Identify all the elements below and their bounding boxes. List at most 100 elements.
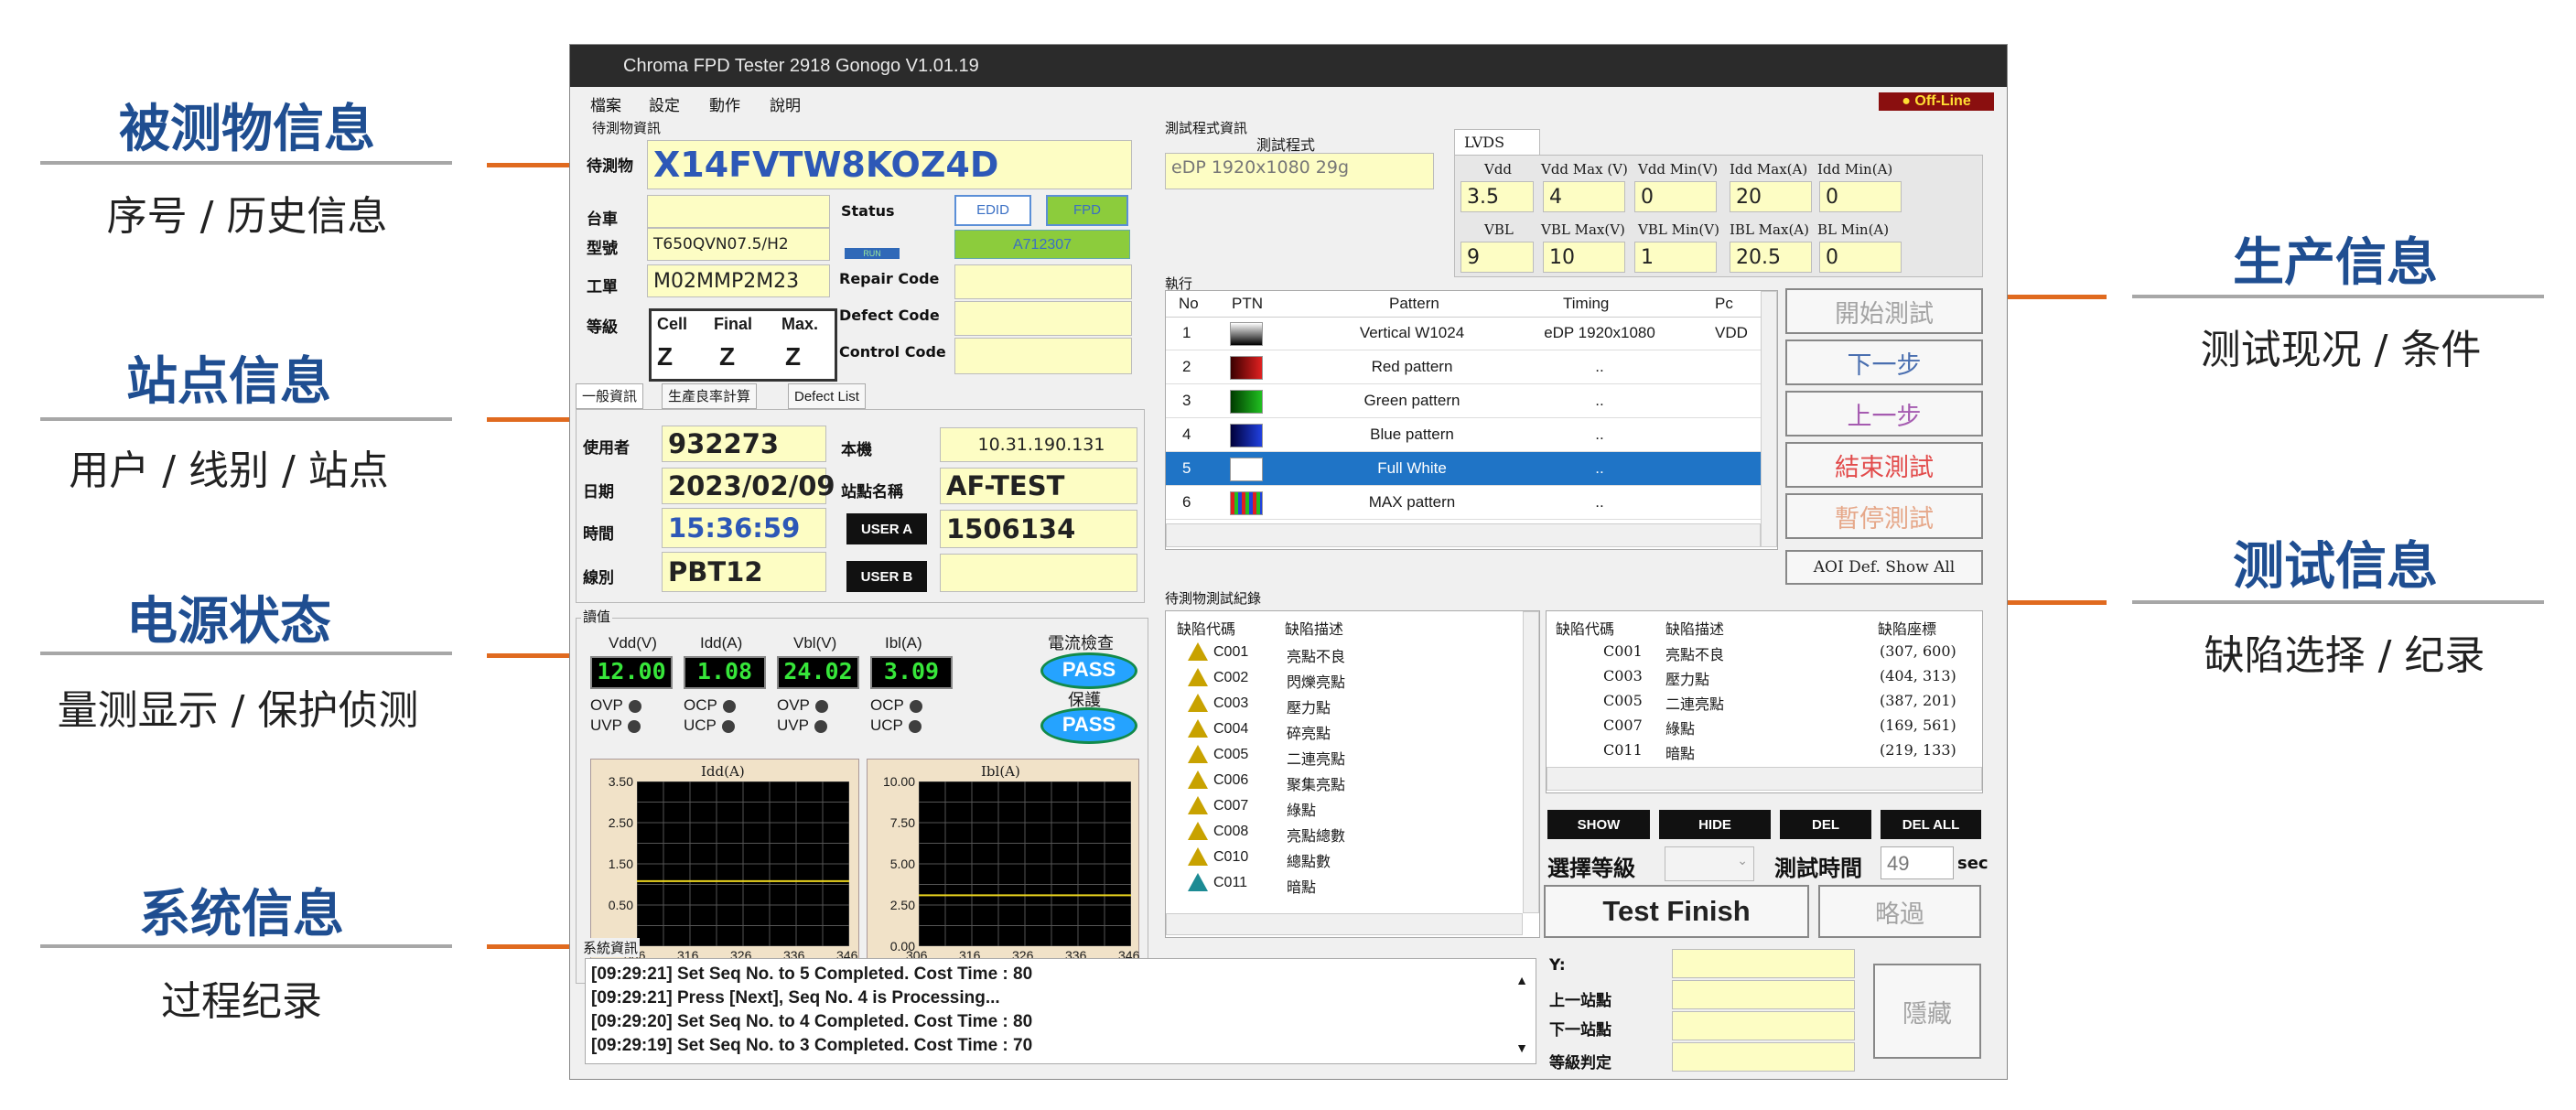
user-a-button[interactable]: USER A	[846, 513, 927, 544]
tab-yield[interactable]: 生產良率計算	[662, 383, 758, 409]
list-item[interactable]: C003 壓力點	[1188, 694, 1517, 717]
table-row[interactable]: 5 Full White..	[1166, 452, 1761, 486]
user-field: 932273	[662, 426, 826, 462]
warning-icon	[1188, 694, 1208, 712]
defect-code-field[interactable]	[954, 301, 1132, 336]
table-row[interactable]: 3 Green pattern..	[1166, 384, 1761, 418]
warning-icon	[1188, 668, 1208, 686]
list-item[interactable]: C002 閃爍亮點	[1188, 668, 1517, 692]
list-item[interactable]: C011 暗點	[1188, 873, 1517, 897]
start-test-button[interactable]: 開始測試	[1785, 288, 1983, 334]
tab-defect-list[interactable]: Defect List	[788, 383, 866, 409]
horizontal-scrollbar[interactable]	[1166, 523, 1761, 547]
bl-min-field[interactable]: 0	[1819, 242, 1902, 273]
cart-field[interactable]	[647, 195, 830, 228]
system-group-label: 系統資訊	[581, 938, 641, 957]
next-step-button[interactable]: 下一步	[1785, 339, 1983, 385]
skip-button[interactable]: 略過	[1818, 885, 1981, 938]
row-no: 5	[1182, 459, 1191, 477]
menu-help[interactable]: 說明	[770, 92, 801, 115]
pattern-swatch	[1230, 322, 1263, 346]
chart-svg	[919, 781, 1131, 946]
defect-desc: 聚集亮點	[1287, 778, 1346, 793]
y-label: Y:	[1549, 956, 1566, 975]
prev-step-button[interactable]: 上一步	[1785, 391, 1983, 436]
vbl-field[interactable]: 9	[1460, 242, 1534, 273]
vbl-min-field[interactable]: 1	[1634, 242, 1717, 273]
row-no: 1	[1182, 324, 1191, 341]
menu-action[interactable]: 動作	[709, 92, 740, 115]
tab-lvds[interactable]: LVDS	[1454, 129, 1540, 156]
table-row[interactable]: 2 Red pattern..	[1166, 350, 1761, 384]
horizontal-scrollbar[interactable]	[1166, 913, 1523, 935]
repair-code-field[interactable]	[954, 264, 1132, 299]
list-item[interactable]: C008 亮點總數	[1188, 822, 1517, 846]
grade-cell-header: Cell	[657, 315, 688, 333]
tab-general[interactable]: 一般資訊	[576, 383, 644, 409]
list-item[interactable]: C001 亮點不良	[1188, 642, 1517, 666]
table-row[interactable]: C003 壓力點 (404, 313)	[1547, 665, 1982, 689]
test-time-field: 49	[1881, 846, 1954, 879]
chart-title: Ibl(A)	[981, 763, 1020, 780]
table-row[interactable]: 4 Blue pattern..	[1166, 418, 1761, 452]
vdd-max-field[interactable]: 4	[1543, 181, 1625, 212]
record-coord: (169, 561)	[1880, 717, 1956, 734]
menu-file[interactable]: 檔案	[590, 92, 621, 115]
table-row[interactable]: C011 暗點 (219, 133)	[1547, 739, 1982, 763]
line-label: 線別	[583, 569, 614, 587]
idd-max-field[interactable]: 20	[1730, 181, 1812, 212]
ocp-idd-label: OCP	[684, 696, 717, 714]
del-all-button[interactable]: DEL ALL	[1881, 810, 1981, 839]
vbl-max-col: VBL Max(V)	[1541, 221, 1625, 238]
ovp-vdd-label: OVP	[590, 696, 623, 714]
list-item[interactable]: C005 二連亮點	[1188, 745, 1517, 769]
vertical-scrollbar[interactable]	[1761, 291, 1777, 547]
ibl-max-field[interactable]: 20.5	[1730, 242, 1812, 273]
annotation-rule	[40, 417, 452, 421]
test-finish-button[interactable]: Test Finish	[1544, 885, 1809, 938]
next-station-label: 下一站點	[1549, 1021, 1611, 1040]
vdd-min-field[interactable]: 0	[1634, 181, 1717, 212]
user-b-field[interactable]	[940, 554, 1137, 592]
grade-select[interactable]: ⌄	[1665, 846, 1754, 881]
menu-settings[interactable]: 設定	[649, 92, 680, 115]
scroll-down-icon[interactable]: ▼	[1515, 1036, 1528, 1060]
uvp-vdd: UVP	[590, 717, 641, 735]
col-timing: Timing	[1563, 295, 1610, 312]
grade-judge-label: 等級判定	[1549, 1054, 1611, 1072]
vertical-scrollbar[interactable]	[1523, 611, 1539, 913]
scroll-up-icon[interactable]: ▲	[1515, 968, 1528, 992]
user-a-field[interactable]: 1506134	[940, 510, 1137, 548]
vdd-field[interactable]: 3.5	[1460, 181, 1534, 212]
sec-label: sec	[1957, 854, 1989, 873]
table-row[interactable]: 6 MAX pattern..	[1166, 486, 1761, 520]
vbl-max-field[interactable]: 10	[1543, 242, 1625, 273]
annotation-station-subtitle: 用户 / 线别 / 站点	[69, 447, 389, 494]
idd-min-field[interactable]: 0	[1819, 181, 1902, 212]
aoi-show-all-button[interactable]: AOI Def. Show All	[1785, 550, 1983, 585]
control-code-field[interactable]	[954, 338, 1132, 374]
list-item[interactable]: C007 綠點	[1188, 796, 1517, 820]
user-b-button[interactable]: USER B	[846, 561, 927, 592]
table-row[interactable]: C001 亮點不良 (307, 600)	[1547, 641, 1982, 664]
hide-panel-button[interactable]: 隱藏	[1873, 964, 1981, 1059]
ucp-idd-label: UCP	[684, 717, 717, 734]
dut-serial-field[interactable]: X14FVTW8KOZ4D	[647, 140, 1132, 189]
vdd-max-col: Vdd Max (V)	[1541, 161, 1628, 178]
table-row[interactable]: C005 二連亮點 (387, 201)	[1547, 690, 1982, 714]
end-test-button[interactable]: 結束測試	[1785, 442, 1983, 488]
table-row[interactable]: C007 綠點 (169, 561)	[1547, 715, 1982, 738]
hide-button[interactable]: HIDE	[1659, 810, 1771, 839]
pause-test-button[interactable]: 暫停測試	[1785, 493, 1983, 539]
code-indicator: A712307	[954, 230, 1130, 259]
horizontal-scrollbar[interactable]	[1547, 767, 1982, 791]
list-item[interactable]: C006 聚集亮點	[1188, 771, 1517, 794]
warning-icon	[1188, 745, 1208, 763]
power-group-label: 讀值	[581, 607, 613, 626]
list-item[interactable]: C004 碎亮點	[1188, 719, 1517, 743]
list-item[interactable]: C010 總點數	[1188, 847, 1517, 871]
show-button[interactable]: SHOW	[1547, 810, 1650, 839]
log-line: [09:29:21] Press [Next], Seq No. 4 is Pr…	[591, 988, 1000, 1008]
table-row[interactable]: 1 Vertical W1024 eDP 1920x1080 VDD	[1166, 317, 1761, 350]
del-button[interactable]: DEL	[1780, 810, 1871, 839]
